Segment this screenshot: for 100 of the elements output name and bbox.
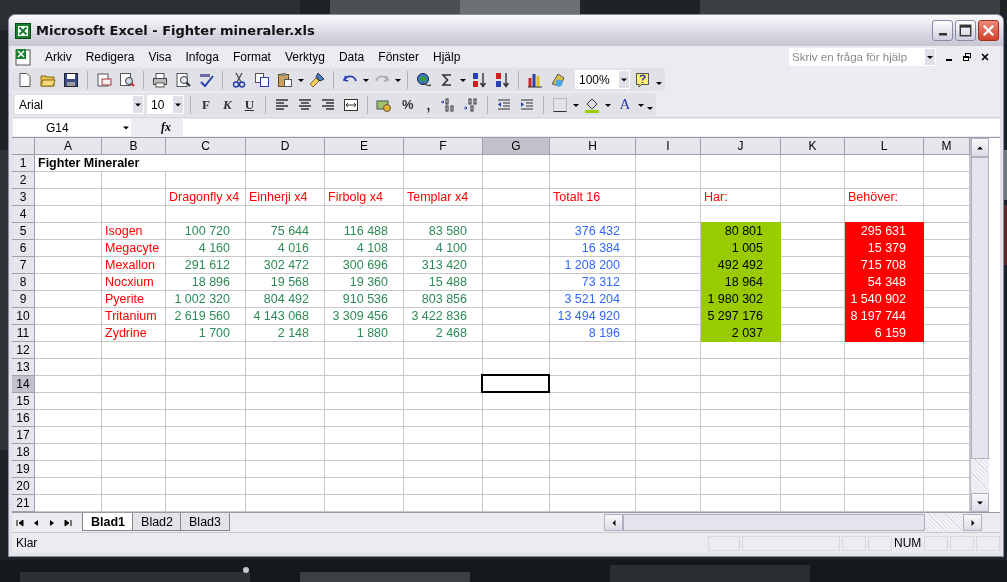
table-cell-text: 4 143 068 (252, 308, 310, 325)
minimize-button[interactable] (932, 20, 953, 41)
mail-icon[interactable] (94, 71, 114, 88)
status-text: Klar (15, 536, 38, 550)
table-cell-text: 75 644 (269, 223, 310, 240)
scroll-right-button[interactable] (963, 514, 982, 531)
function-label[interactable]: fx (161, 120, 171, 135)
help-search-field[interactable]: Skriv en fråga för hjälp (789, 47, 936, 66)
bold-button[interactable]: F (197, 94, 215, 115)
merge-icon[interactable] (341, 96, 361, 113)
table-cell: 1 540 902 (845, 290, 924, 308)
table-cell-text: 302 472 (262, 257, 310, 274)
row-header[interactable]: 13 (12, 359, 35, 376)
table-cell-text: 3 422 836 (410, 308, 468, 325)
menu-item[interactable]: Verktyg (277, 49, 332, 64)
row-header[interactable]: 6 (12, 240, 35, 257)
row-header[interactable]: 12 (12, 342, 35, 359)
column-header[interactable]: D (246, 138, 325, 155)
scroll-thumb[interactable] (623, 514, 925, 531)
sheet-tab[interactable]: Blad1 (82, 513, 135, 531)
row-header[interactable]: 4 (12, 206, 35, 223)
menu-item[interactable]: Format (225, 49, 278, 64)
row-header[interactable]: 1 (12, 155, 35, 172)
column-header[interactable]: E (325, 138, 404, 155)
row-header[interactable]: 7 (12, 257, 35, 274)
close-button[interactable] (978, 20, 999, 41)
column-header[interactable]: I (636, 138, 701, 155)
row-header[interactable]: 10 (12, 308, 35, 325)
menu-item[interactable]: Visa (141, 49, 179, 64)
font-color-button[interactable]: A (614, 94, 636, 115)
column-header[interactable]: J (701, 138, 781, 155)
table-cell-text: 19 568 (269, 274, 310, 291)
column-header[interactable]: A (35, 138, 102, 155)
menu-item[interactable]: Data (331, 49, 372, 64)
name-box[interactable]: G14 (13, 119, 131, 136)
brush-icon[interactable] (307, 71, 327, 88)
row-header[interactable]: 16 (12, 410, 35, 427)
table-cell-text: 313 420 (420, 257, 468, 274)
table-cell: 295 631 (845, 222, 924, 240)
row-header[interactable]: 9 (12, 291, 35, 308)
font-field[interactable]: Arial (15, 95, 144, 114)
maximize-button[interactable] (955, 20, 976, 41)
row-header[interactable]: 11 (12, 325, 35, 342)
scroll-thumb[interactable] (971, 157, 989, 459)
scroll-left-button[interactable] (604, 514, 623, 531)
menu-item[interactable]: Fönster (371, 49, 426, 64)
table-cell-text: 4 108 (355, 240, 389, 257)
row-header[interactable]: 14 (12, 376, 35, 393)
column-header[interactable]: C (166, 138, 246, 155)
magnifier-icon[interactable] (117, 71, 137, 88)
row-header[interactable]: 15 (12, 393, 35, 410)
row-header[interactable]: 5 (12, 223, 35, 240)
italic-button[interactable]: K (217, 94, 237, 115)
column-header[interactable]: M (924, 138, 970, 155)
row-header[interactable]: 21 (12, 495, 35, 512)
underline-button[interactable]: U (239, 94, 259, 115)
formula-input-field[interactable] (183, 119, 1000, 136)
row-header[interactable]: 17 (12, 427, 35, 444)
percent-button[interactable]: % (397, 94, 419, 115)
zoom-field[interactable]: 100% (575, 70, 630, 89)
scroll-down-button[interactable] (971, 493, 989, 512)
sheet-tab[interactable]: Blad2 (132, 513, 183, 531)
close-icon[interactable] (980, 51, 990, 62)
column-header[interactable]: K (781, 138, 845, 155)
print-preview-icon[interactable] (173, 71, 193, 88)
row-header[interactable]: 8 (12, 274, 35, 291)
row-header[interactable]: 19 (12, 461, 35, 478)
row-header[interactable]: 20 (12, 478, 35, 495)
font-size-field[interactable]: 10 (147, 95, 184, 114)
save-icon[interactable] (61, 71, 81, 88)
column-header[interactable]: H (550, 138, 636, 155)
column-header[interactable]: B (102, 138, 166, 155)
table-cell-text: 3 521 204 (563, 291, 621, 308)
column-header[interactable]: G (483, 138, 550, 155)
row-header[interactable]: 3 (12, 189, 35, 206)
table-cell-text: 803 856 (420, 291, 468, 308)
menu-item[interactable]: Infoga (178, 49, 226, 64)
copy-icon[interactable] (252, 71, 272, 88)
row-header[interactable]: 2 (12, 172, 35, 189)
workbook-icon[interactable] (14, 47, 32, 66)
table-cell-text: Isogen (104, 223, 144, 240)
globe-icon[interactable] (414, 71, 434, 88)
thousands-separator-button[interactable]: , (421, 94, 436, 115)
table-cell-text: 100 720 (183, 223, 231, 240)
column-header[interactable]: L (845, 138, 924, 155)
menu-item[interactable]: Arkiv (38, 49, 79, 64)
table-cell-text: 16 384 (580, 240, 621, 257)
table-cell: 18 964 (701, 273, 781, 291)
scroll-up-button[interactable] (971, 138, 989, 157)
bar-chart-icon[interactable] (525, 71, 545, 88)
column-header[interactable]: F (404, 138, 483, 155)
table-cell-text: 3 309 456 (331, 308, 389, 325)
menu-item[interactable]: Hjälp (426, 49, 468, 64)
printer-icon[interactable] (150, 71, 170, 88)
sheet-tab[interactable]: Blad3 (180, 513, 230, 531)
menu-item[interactable]: Redigera (78, 49, 142, 64)
paste-icon[interactable] (275, 71, 295, 88)
row-header[interactable]: 18 (12, 444, 35, 461)
restore-icon[interactable] (962, 51, 972, 62)
active-cell[interactable] (481, 374, 550, 393)
